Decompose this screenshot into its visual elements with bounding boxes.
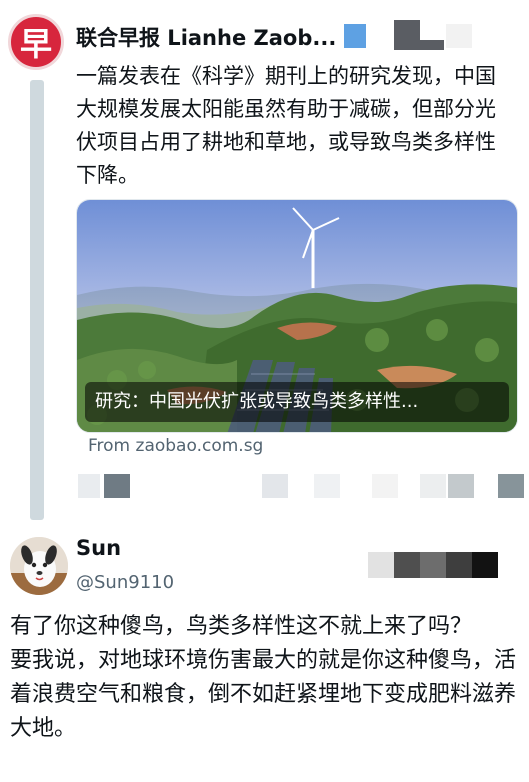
reply-author-handle[interactable]: @Sun9110	[76, 572, 174, 593]
zaobao-avatar[interactable]: 早	[8, 14, 64, 70]
redacted-block	[344, 24, 366, 48]
redacted-block	[420, 474, 446, 498]
thread-connector-line	[30, 80, 44, 520]
redacted-block	[78, 474, 100, 498]
reply-author-name[interactable]: Sun	[76, 536, 121, 560]
redacted-block	[446, 552, 472, 578]
dog-avatar-icon	[10, 537, 68, 595]
avatar-logo-char: 早	[19, 25, 52, 63]
redacted-block	[420, 40, 444, 50]
quoted-tweet-text: 一篇发表在《科学》期刊上的研究发现，中国大规模发展太阳能虽然有助于减碳，但部分光…	[76, 64, 496, 187]
redacted-block	[472, 552, 498, 578]
reply-text-paragraph-1: 有了你这种傻鸟，鸟类多样性这不就上来了吗？	[10, 614, 473, 639]
reply-tweet-text: 有了你这种傻鸟，鸟类多样性这不就上来了吗？ 要我说，对地球环境伤害最大的就是你这…	[10, 610, 522, 746]
redacted-block	[394, 552, 420, 578]
redacted-block	[104, 474, 130, 498]
card-title[interactable]: 研究：中国光伏扩张或导致鸟类多样性...	[85, 382, 509, 422]
sun-avatar[interactable]	[10, 537, 68, 595]
redacted-block	[446, 24, 472, 48]
redacted-block	[394, 20, 420, 50]
redacted-block	[372, 474, 398, 498]
redacted-block	[262, 474, 288, 498]
link-preview-card[interactable]: 研究：中国光伏扩张或导致鸟类多样性...	[76, 199, 518, 433]
quoted-author-name[interactable]: 联合早报 Lianhe Zaob...	[76, 22, 336, 52]
card-source-domain[interactable]: From zaobao.com.sg	[88, 436, 263, 456]
redacted-block	[498, 474, 524, 498]
redacted-block	[314, 474, 340, 498]
redacted-block	[368, 552, 394, 578]
reply-text-paragraph-2: 要我说，对地球环境伤害最大的就是你这种傻鸟，活着浪费空气和粮食，倒不如赶紧埋地下…	[10, 648, 517, 741]
redacted-block	[420, 552, 446, 578]
redacted-block	[448, 474, 474, 498]
